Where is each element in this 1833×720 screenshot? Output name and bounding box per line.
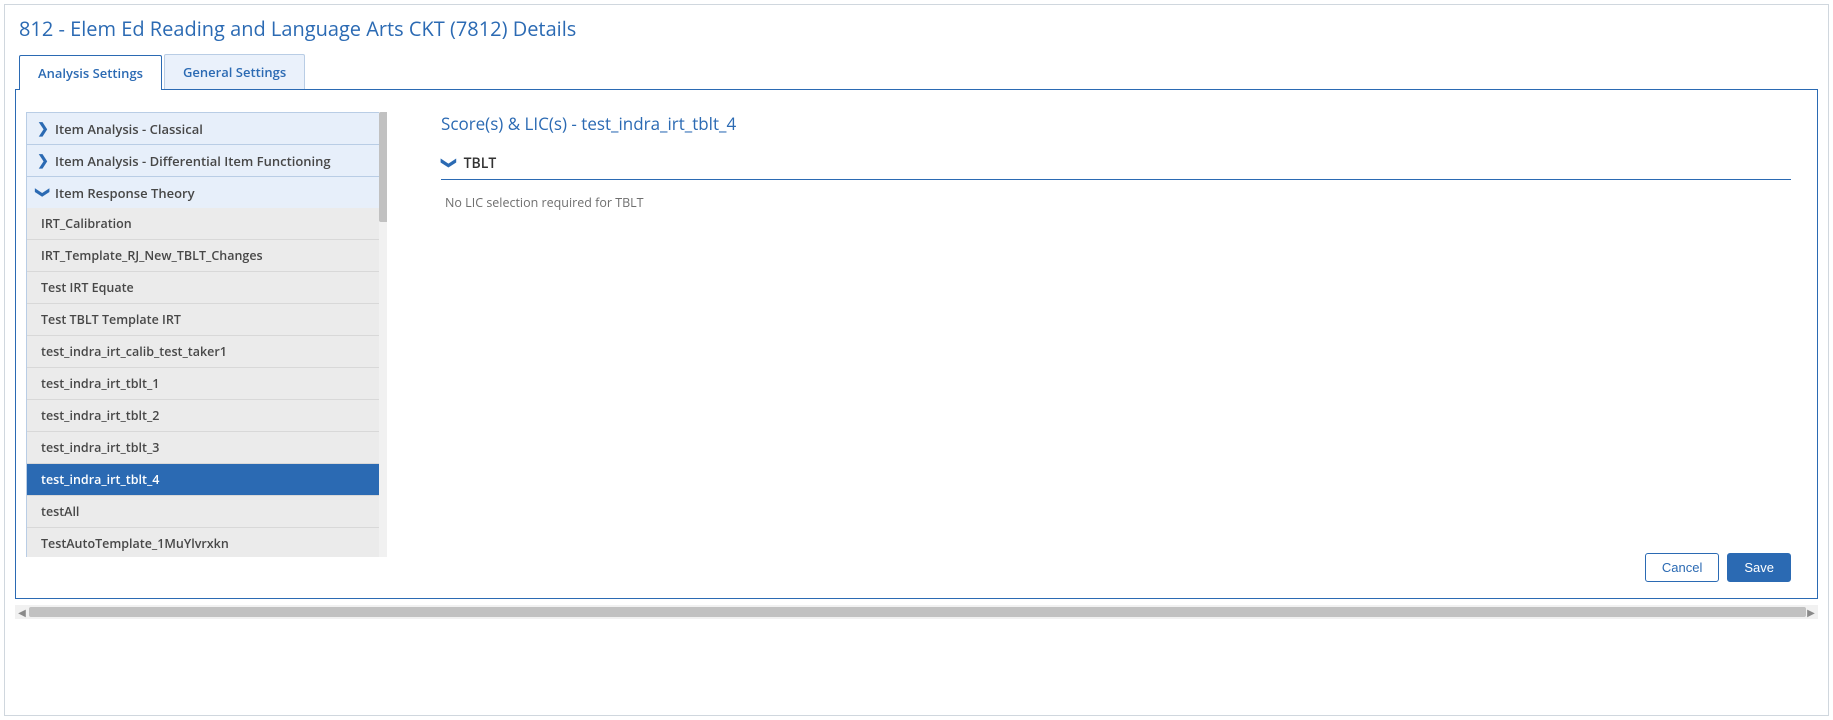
scrollbar-thumb[interactable] bbox=[29, 607, 1806, 617]
chevron-right-icon: ❯ bbox=[37, 119, 49, 138]
vertical-scrollbar[interactable] bbox=[379, 112, 389, 557]
tree-item[interactable]: test_indra_irt_tblt_1 bbox=[27, 368, 386, 400]
section-label: TBLT bbox=[464, 154, 497, 173]
scroll-left-arrow-icon[interactable]: ◀ bbox=[15, 605, 29, 619]
tree-group-dif[interactable]: ❯ Item Analysis - Differential Item Func… bbox=[26, 144, 387, 176]
page-title: 812 - Elem Ed Reading and Language Arts … bbox=[19, 15, 1818, 42]
tree-group-label: Item Analysis - Classical bbox=[55, 120, 203, 138]
sidebar-scroll: ❯ Item Analysis - Classical ❯ Item Analy… bbox=[26, 112, 401, 557]
tree-group-irt[interactable]: ❯ Item Response Theory bbox=[26, 176, 387, 208]
chevron-down-icon: ❯ bbox=[34, 187, 53, 199]
horizontal-scrollbar[interactable]: ◀ ▶ bbox=[15, 605, 1818, 619]
content-frame: ❯ Item Analysis - Classical ❯ Item Analy… bbox=[15, 89, 1818, 599]
sidebar: ❯ Item Analysis - Classical ❯ Item Analy… bbox=[26, 112, 401, 582]
tab-analysis-settings[interactable]: Analysis Settings bbox=[19, 55, 162, 90]
chevron-down-icon: ❯ bbox=[439, 157, 459, 170]
main-area: Score(s) & LIC(s) - test_indra_irt_tblt_… bbox=[441, 112, 1791, 582]
scroll-right-arrow-icon[interactable]: ▶ bbox=[1804, 605, 1818, 619]
tree-group-label: Item Analysis - Differential Item Functi… bbox=[55, 152, 331, 170]
main-heading: Score(s) & LIC(s) - test_indra_irt_tblt_… bbox=[441, 112, 1791, 135]
page-frame: 812 - Elem Ed Reading and Language Arts … bbox=[4, 4, 1829, 716]
save-button[interactable]: Save bbox=[1727, 553, 1791, 582]
tab-general-settings[interactable]: General Settings bbox=[164, 54, 305, 89]
tree-item[interactable]: Test IRT Equate bbox=[27, 272, 386, 304]
section-header-tblt[interactable]: ❯ TBLT bbox=[441, 149, 1791, 180]
scrollbar-thumb[interactable] bbox=[379, 112, 389, 222]
tree-item[interactable]: testAll bbox=[27, 496, 386, 528]
tabs-strip: Analysis Settings General Settings bbox=[15, 54, 1818, 89]
tree-item[interactable]: test_indra_irt_tblt_4 bbox=[27, 464, 386, 496]
tree-group-label: Item Response Theory bbox=[55, 184, 195, 202]
tree-item[interactable]: test_indra_irt_tblt_3 bbox=[27, 432, 386, 464]
cancel-button[interactable]: Cancel bbox=[1645, 553, 1719, 582]
chevron-right-icon: ❯ bbox=[37, 151, 49, 170]
tree-item[interactable]: Test TBLT Template IRT bbox=[27, 304, 386, 336]
section-body-tblt: No LIC selection required for TBLT bbox=[441, 180, 1791, 225]
tree-group-classical[interactable]: ❯ Item Analysis - Classical bbox=[26, 112, 387, 144]
tree-item[interactable]: test_indra_irt_tblt_2 bbox=[27, 400, 386, 432]
tree-item[interactable]: test_indra_irt_calib_test_taker1 bbox=[27, 336, 386, 368]
tree-item[interactable]: TestAutoTemplate_1MuYlvrxkn bbox=[27, 528, 386, 557]
tree-item[interactable]: IRT_Template_RJ_New_TBLT_Changes bbox=[27, 240, 386, 272]
tree-item[interactable]: IRT_Calibration bbox=[27, 208, 386, 240]
tree-items-irt: IRT_CalibrationIRT_Template_RJ_New_TBLT_… bbox=[26, 208, 387, 557]
action-bar: Cancel Save bbox=[441, 543, 1791, 582]
